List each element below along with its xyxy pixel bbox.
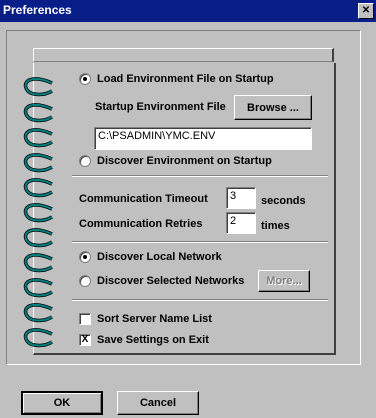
env-file-path-value: C:\PSADMIN\YMC.ENV: [98, 130, 216, 142]
browse-button-label: Browse ...: [247, 101, 299, 114]
load-env-radio-dot[interactable]: [79, 73, 91, 85]
env-file-path-input[interactable]: C:\PSADMIN\YMC.ENV: [94, 127, 312, 150]
load-env-radio[interactable]: Load Environment File on Startup: [79, 73, 274, 85]
discover-local-radio-dot[interactable]: [79, 251, 91, 263]
close-icon: ✕: [361, 5, 371, 16]
binder-ring-icon: [23, 253, 53, 273]
discover-local-radio[interactable]: Discover Local Network: [79, 251, 222, 263]
sort-server-checkbox[interactable]: [79, 313, 91, 325]
discover-selected-radio[interactable]: Discover Selected Networks: [79, 275, 244, 287]
binder-ring-icon: [23, 203, 53, 223]
separator: [72, 175, 328, 177]
more-button-label: More...: [266, 275, 302, 287]
binder-ring-icon: [23, 328, 53, 348]
comm-retries-label: Communication Retries: [79, 218, 203, 230]
browse-button[interactable]: Browse ...: [234, 95, 312, 120]
more-button[interactable]: More...: [258, 270, 310, 292]
cancel-button-label: Cancel: [139, 397, 177, 409]
comm-retries-input[interactable]: 2: [226, 212, 256, 234]
notebook-top-strip: [33, 48, 334, 62]
save-settings-label: Save Settings on Exit: [97, 334, 209, 346]
comm-retries-unit: times: [261, 220, 290, 232]
save-settings-checkbox-row[interactable]: X Save Settings on Exit: [79, 334, 209, 346]
binder-ring-icon: [23, 77, 53, 97]
binder-ring-icon: [23, 178, 53, 198]
comm-timeout-unit: seconds: [261, 195, 306, 207]
binder-ring-icon: [23, 303, 53, 323]
discover-selected-label: Discover Selected Networks: [97, 275, 245, 287]
title-bar: Preferences ✕: [0, 0, 376, 22]
binder-ring-icon: [23, 153, 53, 173]
discover-env-label: Discover Environment on Startup: [97, 155, 272, 167]
load-env-label: Load Environment File on Startup: [97, 73, 274, 85]
startup-env-file-label: Startup Environment File: [95, 101, 226, 113]
cancel-button[interactable]: Cancel: [117, 391, 199, 415]
sort-server-checkbox-row[interactable]: Sort Server Name List: [79, 313, 212, 325]
comm-timeout-label: Communication Timeout: [79, 193, 208, 205]
comm-retries-value: 2: [230, 215, 237, 227]
discover-env-radio-dot[interactable]: [79, 155, 91, 167]
sort-server-label: Sort Server Name List: [97, 313, 212, 325]
window-title: Preferences: [3, 3, 72, 17]
close-button[interactable]: ✕: [358, 3, 374, 19]
binder-ring-icon: [23, 228, 53, 248]
binder-ring-icon: [23, 278, 53, 298]
comm-timeout-input[interactable]: 3: [226, 187, 256, 209]
discover-local-label: Discover Local Network: [97, 251, 222, 263]
ok-button-label: OK: [53, 397, 71, 409]
comm-timeout-value: 3: [230, 190, 237, 202]
binder-ring-icon: [23, 103, 53, 123]
ok-button[interactable]: OK: [21, 391, 103, 415]
binder-ring-icon: [23, 128, 53, 148]
discover-selected-radio-dot[interactable]: [79, 275, 91, 287]
separator: [72, 299, 328, 301]
separator: [72, 241, 328, 243]
save-settings-checkbox[interactable]: X: [79, 334, 91, 346]
discover-env-radio[interactable]: Discover Environment on Startup: [79, 155, 272, 167]
check-mark-icon: X: [81, 334, 89, 345]
